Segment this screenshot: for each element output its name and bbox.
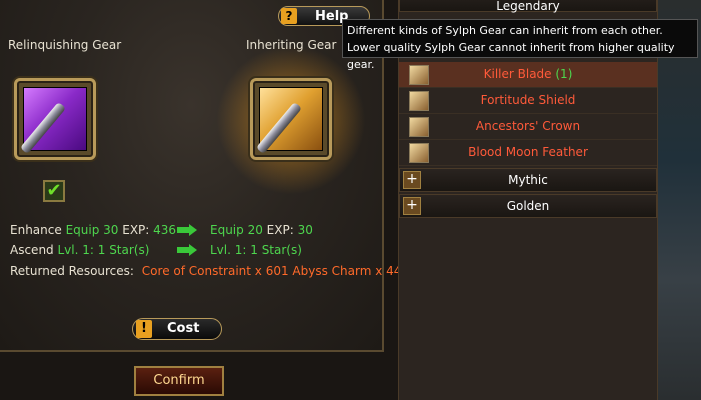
question-icon: ? bbox=[281, 8, 297, 24]
cost-button[interactable]: ! Cost bbox=[132, 318, 222, 340]
relinquishing-gear-slot[interactable] bbox=[14, 78, 96, 160]
category-legendary[interactable]: Legendary bbox=[399, 0, 657, 13]
ascend-row: Ascend Lvl. 1: 1 Star(s) bbox=[10, 243, 150, 257]
list-item-blood-moon-feather[interactable]: Blood Moon Feather bbox=[399, 140, 657, 166]
confirm-checkbox[interactable]: ✔ bbox=[43, 180, 65, 202]
inheriting-gear-slot[interactable] bbox=[250, 78, 332, 160]
category-golden[interactable]: + Golden bbox=[399, 194, 657, 218]
blade-icon bbox=[19, 101, 67, 155]
ascend-result: Lvl. 1: 1 Star(s) bbox=[210, 243, 302, 257]
arrow-right-icon bbox=[177, 224, 197, 236]
enhance-row: Enhance Equip 30 EXP: 436 bbox=[10, 223, 177, 237]
relinquishing-title: Relinquishing Gear bbox=[8, 38, 122, 52]
list-item-ancestors-crown[interactable]: Ancestors' Crown bbox=[399, 114, 657, 140]
category-mythic[interactable]: + Mythic bbox=[399, 168, 657, 192]
enhance-result: Equip 20 EXP: 30 bbox=[210, 223, 313, 237]
exclamation-icon: ! bbox=[136, 320, 152, 338]
list-item-fortitude-shield[interactable]: Fortitude Shield bbox=[399, 88, 657, 114]
confirm-button[interactable]: Confirm bbox=[134, 366, 224, 396]
arrow-right-icon bbox=[177, 244, 197, 256]
help-tooltip: Different kinds of Sylph Gear can inheri… bbox=[342, 19, 698, 71]
blade-icon bbox=[255, 101, 303, 155]
